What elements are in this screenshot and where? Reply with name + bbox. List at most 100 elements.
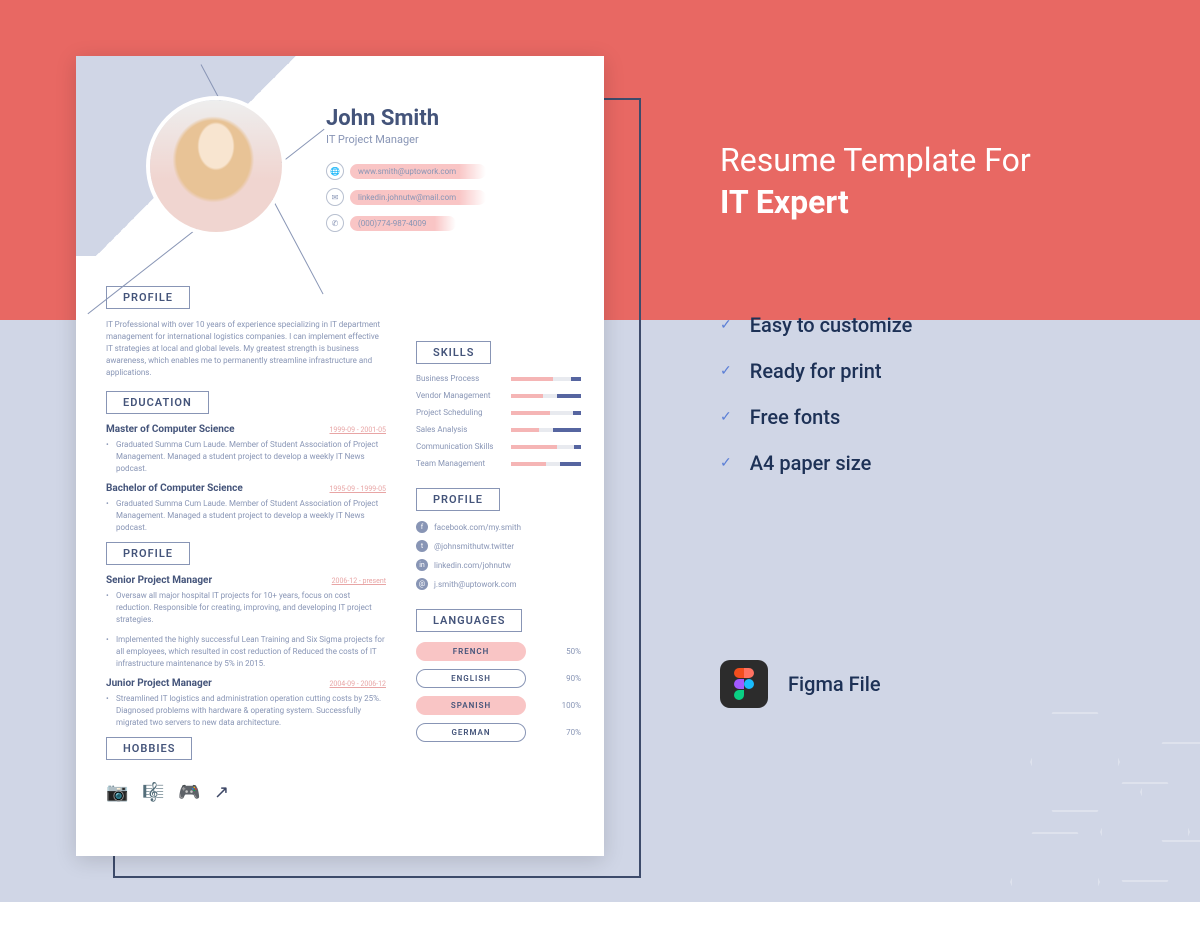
skill-name: Vendor Management	[416, 391, 490, 400]
profile-text: IT Professional with over 10 years of ex…	[106, 319, 386, 379]
hexagon-pattern	[900, 652, 1200, 902]
social-text: j.smith@uptowork.com	[434, 580, 517, 589]
camera-icon: 📷	[106, 782, 126, 800]
feature-item: ✓ Easy to customize	[720, 313, 1140, 337]
feature-text: Easy to customize	[750, 313, 913, 337]
skill-bar	[511, 462, 581, 466]
contact-row: ✉linkedin.johnutw@mail.com	[326, 188, 586, 206]
social-icon: f	[416, 521, 428, 533]
education-dates: 1999-09 - 2001-05	[330, 426, 387, 434]
promo-line1: Resume Template For	[720, 141, 1031, 179]
education-desc: Graduated Summa Cum Laude. Member of Stu…	[106, 498, 386, 534]
education-desc: Graduated Summa Cum Laude. Member of Stu…	[106, 439, 386, 475]
skill-row: Project Scheduling	[416, 408, 581, 417]
social-row: @ j.smith@uptowork.com	[416, 578, 581, 590]
education-title: Bachelor of Computer Science1995-09 - 19…	[106, 483, 386, 494]
check-icon: ✓	[720, 317, 732, 333]
section-profile-label: PROFILE	[106, 286, 190, 309]
figma-row: Figma File	[720, 660, 881, 708]
features-list: ✓ Easy to customize ✓ Ready for print ✓ Free …	[720, 313, 1140, 475]
resume-role: IT Project Manager	[326, 133, 586, 146]
resume-left-column: PROFILE IT Professional with over 10 yea…	[106, 286, 386, 800]
social-icon: in	[416, 559, 428, 571]
skill-name: Business Process	[416, 374, 479, 383]
resume-right-column: SKILLS Business Process Vendor Management…	[416, 341, 581, 750]
contact-text: linkedin.johnutw@mail.com	[350, 190, 486, 205]
resume-name: John Smith	[326, 106, 586, 131]
experience-title: Junior Project Manager2004-09 - 2006-12	[106, 678, 386, 689]
promo-line2: IT Expert	[720, 183, 849, 221]
avatar-photo	[146, 96, 286, 236]
language-pct: 90%	[566, 674, 581, 683]
skill-bar	[511, 394, 581, 398]
language-pill: ENGLISH	[416, 669, 526, 688]
social-text: @johnsmithutw.twitter	[434, 542, 514, 551]
feature-text: Ready for print	[750, 359, 882, 383]
section-social-label: PROFILE	[416, 488, 500, 511]
language-row: SPANISH 100%	[416, 696, 581, 715]
language-pill: FRENCH	[416, 642, 526, 661]
skill-name: Communication Skills	[416, 442, 493, 451]
check-icon: ✓	[720, 363, 732, 379]
social-row: t @johnsmithutw.twitter	[416, 540, 581, 552]
skill-name: Project Scheduling	[416, 408, 483, 417]
social-icon: @	[416, 578, 428, 590]
contact-row: 🌐 www.smith@uptowork.com	[326, 162, 586, 180]
skill-bar	[511, 445, 581, 449]
social-text: facebook.com/my.smith	[434, 523, 521, 532]
contact-text: (000)774-987-4009	[350, 216, 456, 231]
skill-row: Communication Skills	[416, 442, 581, 451]
education-dates: 1995-09 - 1999-05	[330, 485, 387, 493]
experience-dates: 2006-12 - present	[332, 577, 386, 585]
social-icon: t	[416, 540, 428, 552]
language-pill: SPANISH	[416, 696, 526, 715]
section-languages-label: LANGUAGES	[416, 609, 522, 632]
experience-bullet: Streamlined IT logistics and administrat…	[106, 693, 386, 729]
music-icon: 🎼	[142, 782, 162, 800]
skill-name: Team Management	[416, 459, 485, 468]
feature-text: Free fonts	[750, 405, 841, 429]
contact-text: www.smith@uptowork.com	[350, 164, 486, 179]
feature-item: ✓ Free fonts	[720, 405, 1140, 429]
experience-dates: 2004-09 - 2006-12	[330, 680, 387, 688]
feature-item: ✓ Ready for print	[720, 359, 1140, 383]
experience-bullet: Implemented the highly successful Lean T…	[106, 634, 386, 670]
check-icon: ✓	[720, 455, 732, 471]
skill-row: Team Management	[416, 459, 581, 468]
social-row: f facebook.com/my.smith	[416, 521, 581, 533]
experience-title: Senior Project Manager2006-12 - present	[106, 575, 386, 586]
promo-block: Resume Template For IT Expert ✓ Easy to c…	[720, 140, 1140, 497]
resume-document: John Smith IT Project Manager 🌐 www.smith…	[76, 56, 604, 856]
promo-title: Resume Template For IT Expert	[720, 140, 1140, 223]
gamepad-icon: 🎮	[178, 782, 198, 800]
hobbies-icons: 📷 🎼 🎮 ↗	[106, 782, 386, 800]
contact-row: ✆ (000)774-987-4009	[326, 214, 586, 232]
social-row: in linkedin.com/johnutw	[416, 559, 581, 571]
arrow-icon: ↗	[214, 782, 234, 800]
resume-header: John Smith IT Project Manager 🌐 www.smith…	[326, 106, 586, 240]
language-row: GERMAN70%	[416, 723, 581, 742]
feature-item: ✓ A4 paper size	[720, 451, 1140, 475]
skill-bar	[511, 411, 581, 415]
skill-row: Vendor Management	[416, 391, 581, 400]
skill-name: Sales Analysis	[416, 425, 467, 434]
skill-row: Sales Analysis	[416, 425, 581, 434]
education-title: Master of Computer Science1999-09 - 2001…	[106, 424, 386, 435]
language-pct: 100%	[562, 701, 581, 710]
section-education-label: EDUCATION	[106, 391, 209, 414]
check-icon: ✓	[720, 409, 732, 425]
figma-icon	[720, 660, 768, 708]
language-pct: 70%	[566, 728, 581, 737]
feature-text: A4 paper size	[750, 451, 872, 475]
contact-icon: ✆	[326, 214, 344, 232]
language-row: ENGLISH 90%	[416, 669, 581, 688]
section-skills-label: SKILLS	[416, 341, 491, 364]
language-row: FRENCH50%	[416, 642, 581, 661]
figma-label: Figma File	[788, 672, 881, 696]
section-hobbies-label: HOBBIES	[106, 737, 192, 760]
section-experience-label: PROFILE	[106, 542, 190, 565]
experience-bullet: Oversaw all major hospital IT projects f…	[106, 590, 386, 626]
skill-bar	[511, 377, 581, 381]
social-text: linkedin.com/johnutw	[434, 561, 511, 570]
contact-icon: 🌐	[326, 162, 344, 180]
